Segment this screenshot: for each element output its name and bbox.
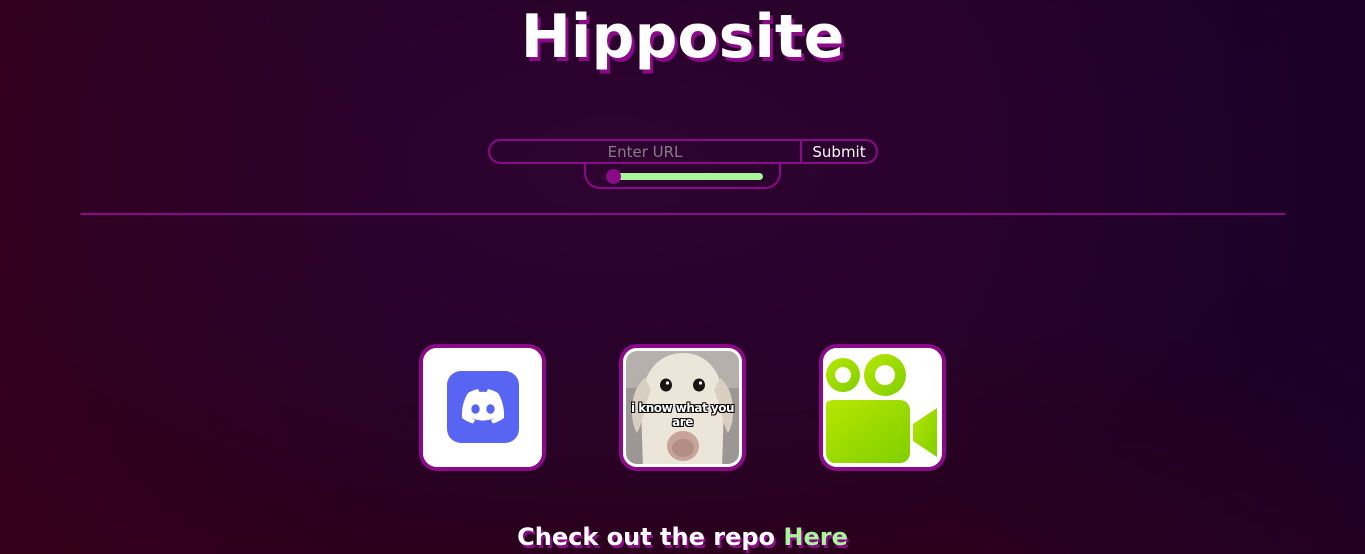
slider-container [584,162,781,189]
meme-caption: i know what you are [630,401,735,429]
discord-tile[interactable] [419,344,546,471]
video-tile[interactable] [819,344,946,471]
footer-text: Check out the repo Here [0,521,1365,553]
url-form: Submit [488,139,878,164]
discord-logo-icon [447,371,519,443]
repo-link[interactable]: Here [783,523,847,551]
submit-button[interactable]: Submit [800,141,876,162]
footer-label: Check out the repo [517,523,776,551]
page-title: Hipposite [520,2,845,72]
video-camera-icon [823,354,937,463]
url-input[interactable] [490,141,800,162]
slider-thumb[interactable] [606,169,621,184]
slider-track[interactable] [608,173,763,180]
divider [81,213,1285,215]
meme-tile[interactable]: i know what you are [619,344,746,471]
